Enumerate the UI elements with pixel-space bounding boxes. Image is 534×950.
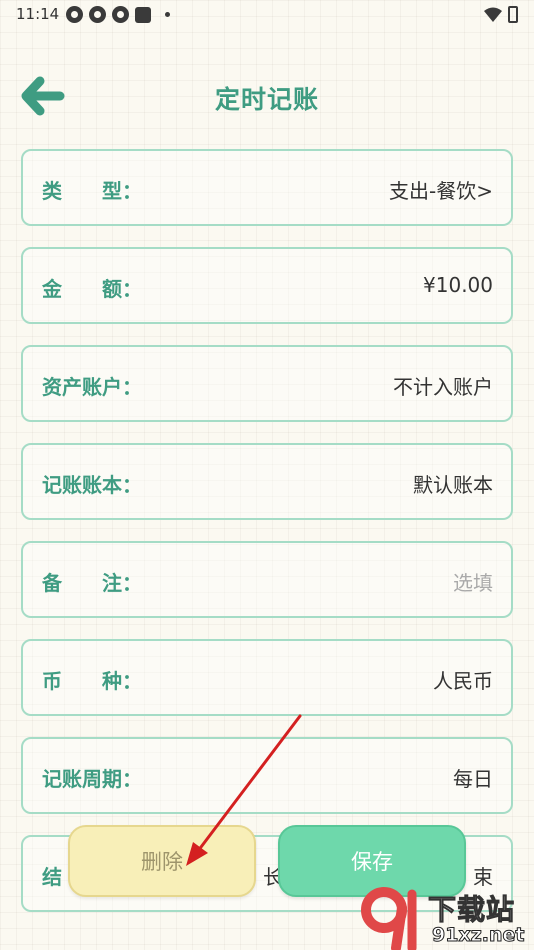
amount-label: 金 额：	[42, 277, 142, 301]
row-ledger[interactable]: 记账账本： 默认账本	[21, 443, 513, 520]
row-cycle[interactable]: 记账周期： 每日	[21, 737, 513, 814]
row-currency[interactable]: 币 种： 人民币	[21, 639, 513, 716]
battery-icon	[508, 6, 518, 23]
row-note[interactable]: 备 注： 选填	[21, 541, 513, 618]
asset-account-value: 不计入账户	[393, 375, 493, 399]
status-system-icons	[484, 6, 518, 23]
notification-icon	[66, 6, 83, 23]
dot-icon	[165, 12, 170, 17]
watermark-title: 下载站	[427, 893, 516, 927]
watermark-url: 91xz.net	[431, 924, 525, 947]
currency-value: 人民币	[433, 669, 493, 693]
note-label: 备 注：	[42, 571, 142, 595]
ledger-label: 记账账本：	[42, 473, 142, 497]
app-square-icon	[135, 6, 151, 23]
status-time: 11:14	[16, 5, 60, 23]
end-label: 结	[42, 865, 62, 889]
type-label: 类 型：	[42, 179, 142, 203]
status-bar: 11:14	[0, 0, 534, 30]
cycle-label: 记账周期：	[42, 767, 142, 791]
notification-icon	[112, 6, 129, 23]
delete-button[interactable]: 删除	[68, 825, 256, 897]
amount-value: ¥10.00	[423, 273, 493, 297]
ledger-value: 默认账本	[413, 473, 493, 497]
currency-label: 币 种：	[42, 669, 142, 693]
watermark: 下载站 91xz.net	[360, 886, 534, 950]
row-asset-account[interactable]: 资产账户： 不计入账户	[21, 345, 513, 422]
wifi-icon	[484, 7, 502, 22]
notification-icon	[89, 6, 106, 23]
note-input-placeholder[interactable]: 选填	[453, 567, 493, 596]
row-amount[interactable]: 金 额： ¥10.00	[21, 247, 513, 324]
page-title: 定时记账	[214, 85, 319, 114]
type-value: 支出-餐饮>	[389, 179, 493, 203]
asset-account-label: 资产账户：	[42, 375, 142, 399]
row-type[interactable]: 类 型： 支出-餐饮>	[21, 149, 513, 226]
status-notification-icons	[66, 6, 170, 23]
cycle-value: 每日	[453, 767, 493, 791]
watermark-logo-icon	[361, 887, 417, 950]
